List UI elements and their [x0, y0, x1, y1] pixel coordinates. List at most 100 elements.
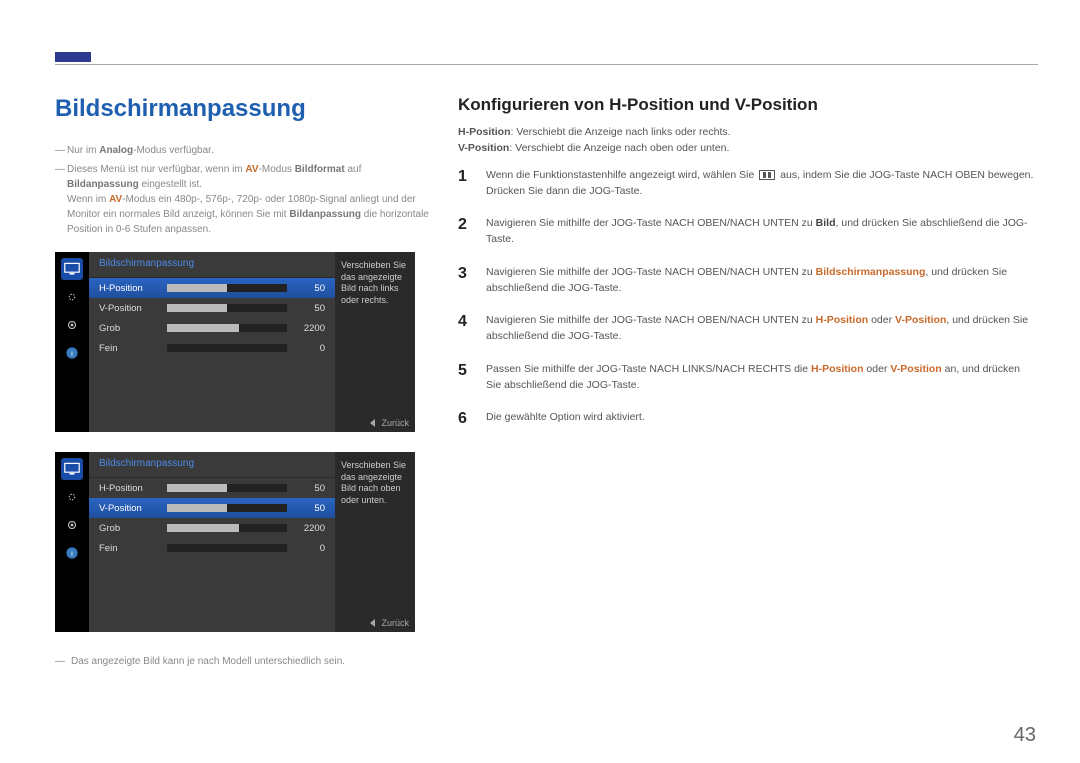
step-number: 5 [458, 359, 467, 384]
row-label: V-Position [99, 303, 159, 314]
osd-screenshot-2: i Bildschirmanpassung H-Position 50 V-Po… [55, 452, 415, 632]
step-number: 4 [458, 310, 467, 335]
row-label: Fein [99, 343, 159, 354]
slider [167, 544, 287, 552]
monitor-icon [61, 258, 83, 280]
steps-list: 1 Wenn die Funktionstastenhilfe angezeigt… [458, 167, 1038, 426]
svg-text:i: i [71, 349, 73, 358]
slider [167, 304, 287, 312]
osd-title: Bildschirmanpassung [89, 252, 335, 278]
step-orange2: V-Position [890, 363, 941, 375]
osd-sidebar: i [55, 452, 89, 632]
step-text-pre: Wenn die Funktionstastenhilfe angezeigt … [486, 169, 757, 181]
gear-icon [61, 514, 83, 536]
slider [167, 344, 287, 352]
note1-after: -Modus verfügbar. [133, 145, 214, 156]
left-column: Bildschirmanpassung ― Nur im Analog-Modu… [55, 95, 430, 667]
osd-row-vposition: V-Position 50 [89, 498, 335, 518]
info-icon: i [61, 342, 83, 364]
desc-vpos: V-Position: Verschiebt die Anzeige nach … [458, 141, 1038, 157]
page-number: 43 [1014, 724, 1036, 747]
osd-row-grob: Grob 2200 [89, 318, 335, 338]
row-value: 0 [295, 543, 325, 554]
step-orange2: V-Position [895, 314, 946, 326]
step-number: 6 [458, 407, 467, 432]
slider-fill [167, 504, 227, 512]
note1-bold: Analog [99, 145, 133, 156]
note2-eingestellt: eingestellt ist. [139, 179, 202, 190]
row-value: 50 [295, 283, 325, 294]
osd-footer: Zurück [370, 618, 409, 628]
osd-screenshot-1: i Bildschirmanpassung H-Position 50 V-Po… [55, 252, 415, 432]
footnote: ―Das angezeigte Bild kann je nach Modell… [55, 652, 430, 667]
step-text-pre: Die gewählte Option wird aktiviert. [486, 411, 645, 423]
note-2: ― Dieses Menü ist nur verfügbar, wenn im… [55, 162, 430, 237]
osd-sidebar: i [55, 252, 89, 432]
step-orange: H-Position [816, 314, 869, 326]
sun-icon [61, 286, 83, 308]
row-label: V-Position [99, 503, 159, 514]
step-3: 3 Navigieren Sie mithilfe der JOG-Taste N… [458, 264, 1038, 297]
sun-icon [61, 486, 83, 508]
note2-bildformat: Bildformat [295, 164, 345, 175]
hpos-text: : Verschiebt die Anzeige nach links oder… [511, 126, 731, 138]
step-text-pre: Navigieren Sie mithilfe der JOG-Taste NA… [486, 314, 816, 326]
step-number: 3 [458, 262, 467, 287]
note1-pre: Nur im [67, 145, 99, 156]
step-orange: H-Position [811, 363, 864, 375]
osd-row-hposition: H-Position 50 [89, 478, 335, 498]
step-text-mid: oder [868, 314, 895, 326]
notes-block: ― Nur im Analog-Modus verfügbar. ― Diese… [55, 143, 430, 237]
dash-icon: ― [55, 162, 65, 177]
menu-icon [759, 170, 775, 180]
slider [167, 484, 287, 492]
osd-title: Bildschirmanpassung [89, 452, 335, 478]
back-arrow-icon [370, 619, 375, 627]
step-number: 1 [458, 165, 467, 190]
step-bold: Bild [816, 217, 836, 229]
row-label: Fein [99, 543, 159, 554]
monitor-icon [61, 458, 83, 480]
slider [167, 324, 287, 332]
row-value: 2200 [295, 323, 325, 334]
row-label: Grob [99, 323, 159, 334]
step-4: 4 Navigieren Sie mithilfe der JOG-Taste N… [458, 312, 1038, 345]
subsection-title: Konfigurieren von H-Position und V-Posit… [458, 95, 1038, 115]
slider-fill [167, 524, 239, 532]
osd-main: Bildschirmanpassung H-Position 50 V-Posi… [89, 252, 335, 432]
row-label: H-Position [99, 283, 159, 294]
row-value: 2200 [295, 523, 325, 534]
osd-row-vposition: V-Position 50 [89, 298, 335, 318]
svg-text:i: i [71, 549, 73, 558]
dash-icon: ― [55, 143, 65, 158]
note2-av: AV [245, 164, 258, 175]
back-label: Zurück [381, 418, 409, 428]
step-number: 2 [458, 213, 467, 238]
vpos-text: : Verschiebt die Anzeige nach oben oder … [509, 142, 729, 154]
right-column: Konfigurieren von H-Position und V-Posit… [458, 95, 1038, 441]
osd-row-hposition: H-Position 50 [89, 278, 335, 298]
page-content: Bildschirmanpassung ― Nur im Analog-Modu… [55, 95, 1038, 733]
slider [167, 284, 287, 292]
slider [167, 524, 287, 532]
note2-bildanpassung: Bildanpassung [67, 179, 139, 190]
step-orange: Bildschirmanpassung [816, 266, 926, 278]
note2-auf: auf [345, 164, 362, 175]
step-6: 6Die gewählte Option wird aktiviert. [458, 409, 1038, 425]
step-1: 1 Wenn die Funktionstastenhilfe angezeigt… [458, 167, 1038, 200]
row-label: Grob [99, 523, 159, 534]
header-rule [55, 64, 1038, 65]
osd-help-panel: Verschieben Sie das angezeigte Bild nach… [335, 452, 415, 632]
note2-l2a: Wenn im [67, 194, 109, 205]
hpos-label: H-Position [458, 126, 511, 138]
row-value: 50 [295, 303, 325, 314]
description-block: H-Position: Verschiebt die Anzeige nach … [458, 125, 1038, 157]
osd-help-panel: Verschieben Sie das angezeigte Bild nach… [335, 252, 415, 432]
step-text-mid: oder [864, 363, 891, 375]
note2-pre: Dieses Menü ist nur verfügbar, wenn im [67, 164, 245, 175]
section-title: Bildschirmanpassung [55, 95, 430, 123]
slider-fill [167, 284, 227, 292]
step-text-pre: Navigieren Sie mithilfe der JOG-Taste NA… [486, 266, 816, 278]
osd-row-fein: Fein 0 [89, 538, 335, 558]
row-value: 0 [295, 343, 325, 354]
